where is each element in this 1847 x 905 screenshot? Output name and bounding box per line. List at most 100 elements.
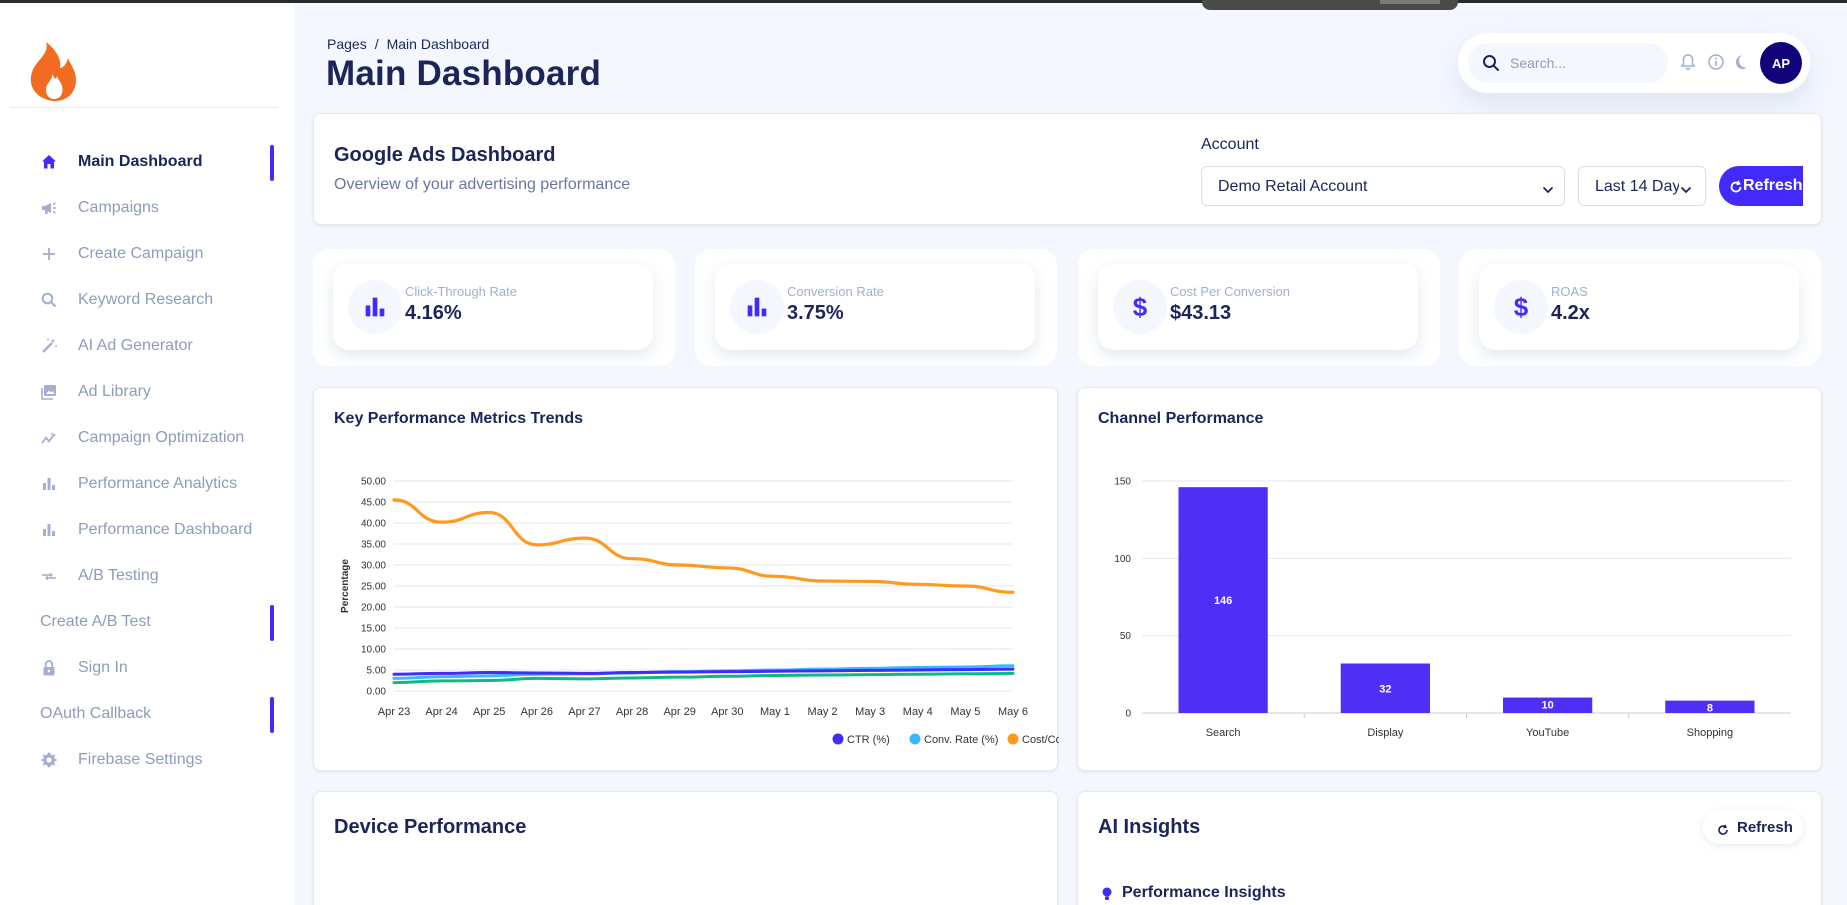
ads-dashboard-title: Google Ads Dashboard: [334, 144, 556, 166]
ads-dashboard-header-card: Google Ads Dashboard Overview of your ad…: [313, 113, 1822, 225]
x-tick-label: Apr 30: [711, 706, 743, 718]
x-tick-label: Apr 28: [616, 706, 648, 718]
dollar-icon: $: [1113, 280, 1167, 334]
magic-wand-icon: [40, 337, 58, 355]
ai-insights-title: AI Insights: [1098, 816, 1201, 838]
sidebar-item-ad-library[interactable]: Ad Library: [0, 369, 294, 415]
sidebar-item-label: Performance Analytics: [78, 475, 238, 492]
sidebar-item-campaigns[interactable]: Campaigns: [0, 185, 294, 231]
y-tick-label: 20.00: [361, 603, 386, 614]
sidebar-item-performance-dashboard[interactable]: Performance Dashboard: [0, 507, 294, 553]
legend-marker: [832, 733, 844, 745]
sidebar-item-label: Sign In: [78, 659, 128, 676]
x-tick-label: Apr 27: [568, 706, 600, 718]
ai-refresh-button[interactable]: Refresh: [1703, 810, 1803, 844]
refresh-button[interactable]: Refresh: [1719, 166, 1803, 206]
trend-icon: [40, 429, 58, 447]
legend-marker: [1007, 733, 1019, 745]
y-tick-label: 0.00: [367, 687, 387, 698]
kpi-trends-card: Key Performance Metrics Trends 0.00 5.00 1…: [313, 387, 1059, 771]
stat-label: Conversion Rate: [787, 284, 884, 299]
sidebar-item-keyword-research[interactable]: Keyword Research: [0, 277, 294, 323]
breadcrumb-root[interactable]: Pages: [327, 36, 367, 52]
bar-chart-icon: [40, 521, 58, 539]
x-tick-label: May 5: [950, 706, 980, 718]
date-range-value: Last 14 Days: [1595, 178, 1679, 195]
sidebar-item-label: AI Ad Generator: [78, 337, 193, 354]
sidebar-divider: [10, 107, 278, 108]
sidebar-item-create-campaign[interactable]: Create Campaign: [0, 231, 294, 277]
legend-marker: [909, 733, 921, 745]
y-tick-label: 0: [1125, 709, 1131, 720]
screen-overlay-bar: [1202, 0, 1458, 10]
y-tick-label: 25.00: [361, 582, 386, 593]
y-axis-label: Percentage: [340, 559, 351, 613]
sidebar-item-firebase-settings[interactable]: Firebase Settings: [0, 737, 294, 783]
stat-card: Conversion Rate 3.75%: [695, 249, 1057, 366]
search-icon: [1482, 54, 1500, 72]
legend-label: Cost/Conv. ($): [1022, 734, 1059, 746]
y-tick-label: 35.00: [361, 540, 386, 551]
sidebar-item-ai-ad-generator[interactable]: AI Ad Generator: [0, 323, 294, 369]
performance-insights-label: Performance Insights: [1122, 884, 1286, 901]
account-select[interactable]: Demo Retail Account: [1201, 166, 1565, 206]
refresh-icon: [1729, 179, 1743, 193]
sidebar-item-oauth-callback[interactable]: OAuth Callback: [0, 691, 294, 737]
y-tick-label: 100: [1114, 554, 1131, 565]
x-tick-label: May 1: [760, 706, 790, 718]
y-tick-label: 40.00: [361, 519, 386, 530]
page-title: Main Dashboard: [326, 54, 602, 93]
stat-card-inner: Click-Through Rate 4.16%: [333, 264, 653, 350]
legend-label: Conv. Rate (%): [924, 734, 998, 746]
account-label: Account: [1201, 136, 1259, 153]
sidebar-item-label: Create Campaign: [78, 245, 204, 262]
bar-value-label: 8: [1707, 703, 1713, 715]
sidebar-item-create-a-b-test[interactable]: Create A/B Test: [0, 599, 294, 645]
x-tick-label: May 3: [855, 706, 885, 718]
x-tick-label: May 6: [998, 706, 1028, 718]
x-tick-label: YouTube: [1526, 727, 1569, 739]
sidebar-item-label: OAuth Callback: [40, 705, 152, 722]
sidebar-item-label: Campaign Optimization: [78, 429, 245, 446]
y-tick-label: 30.00: [361, 561, 386, 572]
sidebar-item-performance-analytics[interactable]: Performance Analytics: [0, 461, 294, 507]
lightbulb-icon: [1102, 886, 1112, 900]
breadcrumb-current: Main Dashboard: [386, 36, 490, 52]
x-tick-label: Display: [1367, 727, 1404, 739]
svg-text:$: $: [1133, 293, 1148, 321]
sidebar-item-campaign-optimization[interactable]: Campaign Optimization: [0, 415, 294, 461]
user-avatar[interactable]: AP: [1760, 42, 1802, 84]
sidebar: Main Dashboard Campaigns Create Campaign Ke…: [0, 3, 294, 905]
sidebar-item-label: Main Dashboard: [78, 153, 203, 170]
refresh-icon: [1717, 821, 1729, 835]
x-tick-label: May 4: [903, 706, 933, 718]
bar-value-label: 32: [1379, 683, 1391, 695]
ai-refresh-label: Refresh: [1737, 819, 1793, 836]
date-range-select[interactable]: Last 14 Days: [1578, 166, 1706, 206]
x-tick-label: Shopping: [1687, 727, 1734, 739]
header-toolbar: AP: [1458, 33, 1810, 93]
kpi-trends-chart: 0.00 5.00 10.00 15.00 20.00 25.00 30.00 35.00 40…: [340, 477, 1059, 747]
sidebar-item-main-dashboard[interactable]: Main Dashboard: [0, 139, 294, 185]
y-tick-label: 50.00: [361, 477, 386, 488]
x-tick-label: Apr 29: [663, 706, 695, 718]
ai-insights-card: AI Insights Refresh Performance Insights: [1077, 791, 1822, 905]
sidebar-item-label: Campaigns: [78, 199, 159, 216]
dark-mode-moon-icon[interactable]: [1734, 53, 1752, 71]
legend-label: CTR (%): [847, 734, 890, 746]
device-performance-title: Device Performance: [334, 816, 527, 838]
sidebar-item-sign-in[interactable]: Sign In: [0, 645, 294, 691]
active-indicator: [270, 145, 274, 181]
y-tick-label: 50: [1120, 631, 1132, 642]
stat-card-inner: $ Cost Per Conversion $43.13: [1098, 264, 1418, 350]
x-tick-label: Apr 26: [521, 706, 553, 718]
sidebar-item-a-b-testing[interactable]: A/B Testing: [0, 553, 294, 599]
channel-performance-card: Channel Performance 0 50 100 150 146 Search 32…: [1077, 387, 1822, 771]
chevron-down-icon: [1542, 181, 1554, 193]
bell-icon[interactable]: [1679, 53, 1697, 71]
stat-card-inner: $ ROAS 4.2x: [1479, 264, 1799, 350]
device-performance-card: Device Performance: [313, 791, 1058, 905]
search-input[interactable]: [1510, 43, 1660, 83]
stat-value: 4.16%: [405, 302, 462, 324]
info-icon[interactable]: [1707, 53, 1725, 71]
